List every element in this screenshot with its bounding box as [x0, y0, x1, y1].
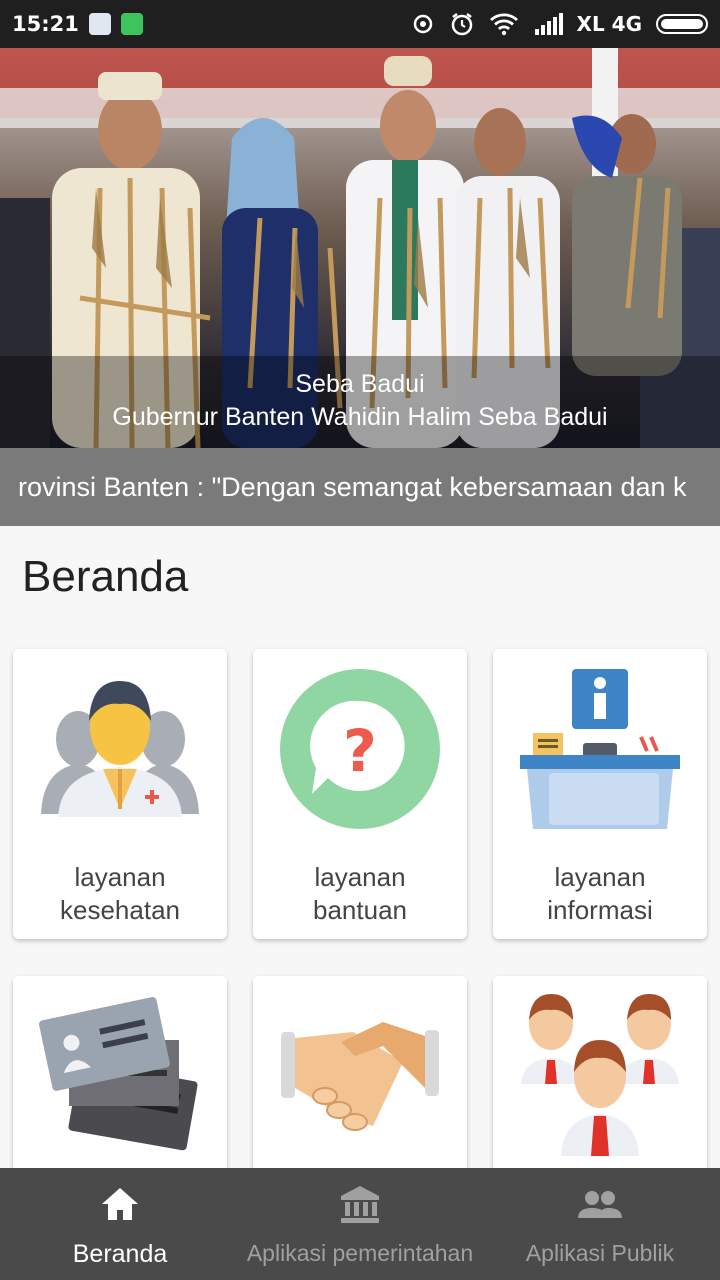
- svg-text:?: ?: [343, 717, 377, 785]
- battery-icon: [656, 14, 708, 34]
- government-building-icon: [341, 1186, 379, 1223]
- card-label-line1: layanan: [314, 862, 406, 892]
- hero-caption-subtitle: Gubernur Banten Wahidin Halim Seba Badui: [112, 403, 608, 431]
- card-layanan-informasi[interactable]: layanan informasi: [493, 649, 707, 939]
- id-cards-icon: [39, 997, 198, 1151]
- ticker-text: rovinsi Banten : "Dengan semangat kebers…: [18, 472, 687, 502]
- doctor-icon: [41, 681, 199, 817]
- news-ticker[interactable]: rovinsi Banten : "Dengan semangat kebers…: [0, 448, 720, 526]
- card-label-line2: kesehatan: [60, 895, 180, 925]
- card-layanan-bantuan[interactable]: ? layanan bantuan: [253, 649, 467, 939]
- info-desk-icon: [520, 669, 680, 829]
- alarm-icon: [451, 13, 472, 36]
- nav-beranda[interactable]: Beranda: [0, 1168, 240, 1280]
- card-label: layanan bantuan: [253, 861, 467, 927]
- card-layanan-kesehatan[interactable]: layanan kesehatan: [13, 649, 227, 939]
- card-label-line1: layanan: [554, 862, 646, 892]
- home-icon: [102, 1188, 138, 1220]
- whatsapp-icon: [120, 13, 143, 35]
- help-chat-icon: ?: [280, 669, 440, 829]
- hero-caption: Seba Badui Gubernur Banten Wahidin Halim…: [0, 356, 720, 448]
- people-icon: [578, 1191, 622, 1218]
- card-label-line2: bantuan: [313, 895, 407, 925]
- card-label: layanan informasi: [493, 861, 707, 927]
- hero-slider[interactable]: Seba Badui Gubernur Banten Wahidin Halim…: [0, 48, 720, 448]
- hero-caption-title: Seba Badui: [295, 370, 425, 398]
- carrier-label: XL 4G: [576, 12, 642, 36]
- nav-aplikasi-publik-label: Aplikasi Publik: [525, 1240, 675, 1266]
- nav-aplikasi-publik[interactable]: Aplikasi Publik: [480, 1168, 720, 1280]
- people-group-icon: [521, 994, 679, 1156]
- wifi-icon: [489, 13, 518, 36]
- bottom-nav: Beranda Aplikasi pemerintahan Aplikasi P…: [0, 1168, 720, 1280]
- card-label: layanan kesehatan: [13, 861, 227, 927]
- status-bar: 15:21 XL 4G: [0, 0, 720, 48]
- nav-aplikasi-pemerintahan-label: Aplikasi pemerintahan: [246, 1240, 474, 1266]
- handshake-icon: [281, 1022, 439, 1131]
- card-label-line1: layanan: [74, 862, 166, 892]
- notification-app-icon: [88, 13, 111, 35]
- signal-icon: [534, 13, 563, 35]
- card-label-line2: informasi: [547, 895, 653, 925]
- nav-aplikasi-pemerintahan[interactable]: Aplikasi pemerintahan: [240, 1168, 480, 1280]
- nav-beranda-label: Beranda: [72, 1240, 168, 1268]
- page-title: Beranda: [22, 552, 189, 601]
- status-time: 15:21: [12, 12, 79, 36]
- sync-icon: [413, 14, 432, 34]
